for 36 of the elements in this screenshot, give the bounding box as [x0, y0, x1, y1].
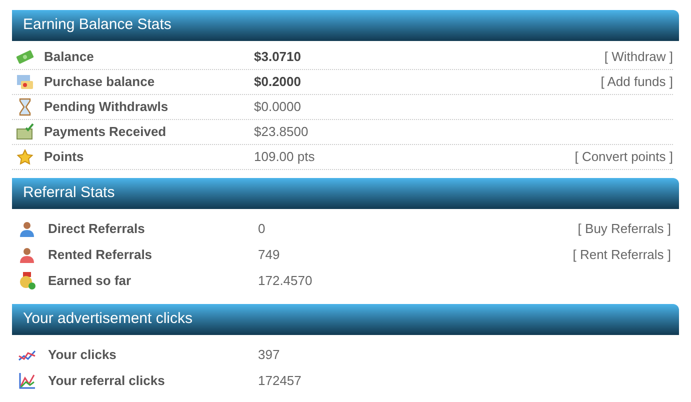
action-link[interactable]: [ Convert points ]: [574, 147, 673, 167]
row-value: 397: [258, 346, 280, 364]
row-label: Points: [44, 148, 85, 166]
row-value: $0.2000: [254, 73, 301, 92]
row-label: Rented Referrals: [48, 246, 154, 264]
user-icon: [18, 220, 36, 238]
card-icon: [16, 73, 34, 91]
user-icon: [18, 246, 36, 264]
row-value: $0.0000: [254, 98, 301, 116]
row-value: $23.8500: [254, 123, 308, 142]
row-value: 172457: [258, 372, 302, 390]
row-value: 0: [258, 220, 266, 238]
star-icon: [16, 148, 34, 166]
row-value: 172.4570: [258, 272, 312, 290]
row-label: Pending Withdrawls: [44, 98, 170, 116]
check-icon: [16, 123, 34, 141]
action-link[interactable]: [ Add funds ]: [600, 72, 673, 92]
row-label: Purchase balance: [44, 73, 156, 92]
medal-icon: [18, 272, 36, 290]
section-title: Referral Stats: [23, 183, 115, 204]
action-link[interactable]: [ Rent Referrals ]: [572, 245, 671, 265]
action-link[interactable]: [ Buy Referrals ]: [578, 219, 671, 239]
row-label: Your clicks: [48, 346, 118, 364]
row-label: Payments Received: [44, 123, 168, 142]
banknote-icon: [16, 48, 34, 66]
row-value: 109.00 pts: [254, 148, 315, 166]
row-value: 749: [258, 246, 280, 264]
row-value: $3.0710: [254, 48, 301, 66]
area-chart-icon: [18, 372, 36, 390]
section-title: Earning Balance Stats: [23, 15, 172, 36]
row-label: Balance: [44, 48, 95, 66]
row-label: Direct Referrals: [48, 220, 146, 238]
row-label: Your referral clicks: [48, 372, 166, 390]
row-label: Earned so far: [48, 272, 132, 290]
section-title: Your advertisement clicks: [23, 309, 193, 330]
action-link[interactable]: [ Withdraw ]: [604, 47, 673, 67]
